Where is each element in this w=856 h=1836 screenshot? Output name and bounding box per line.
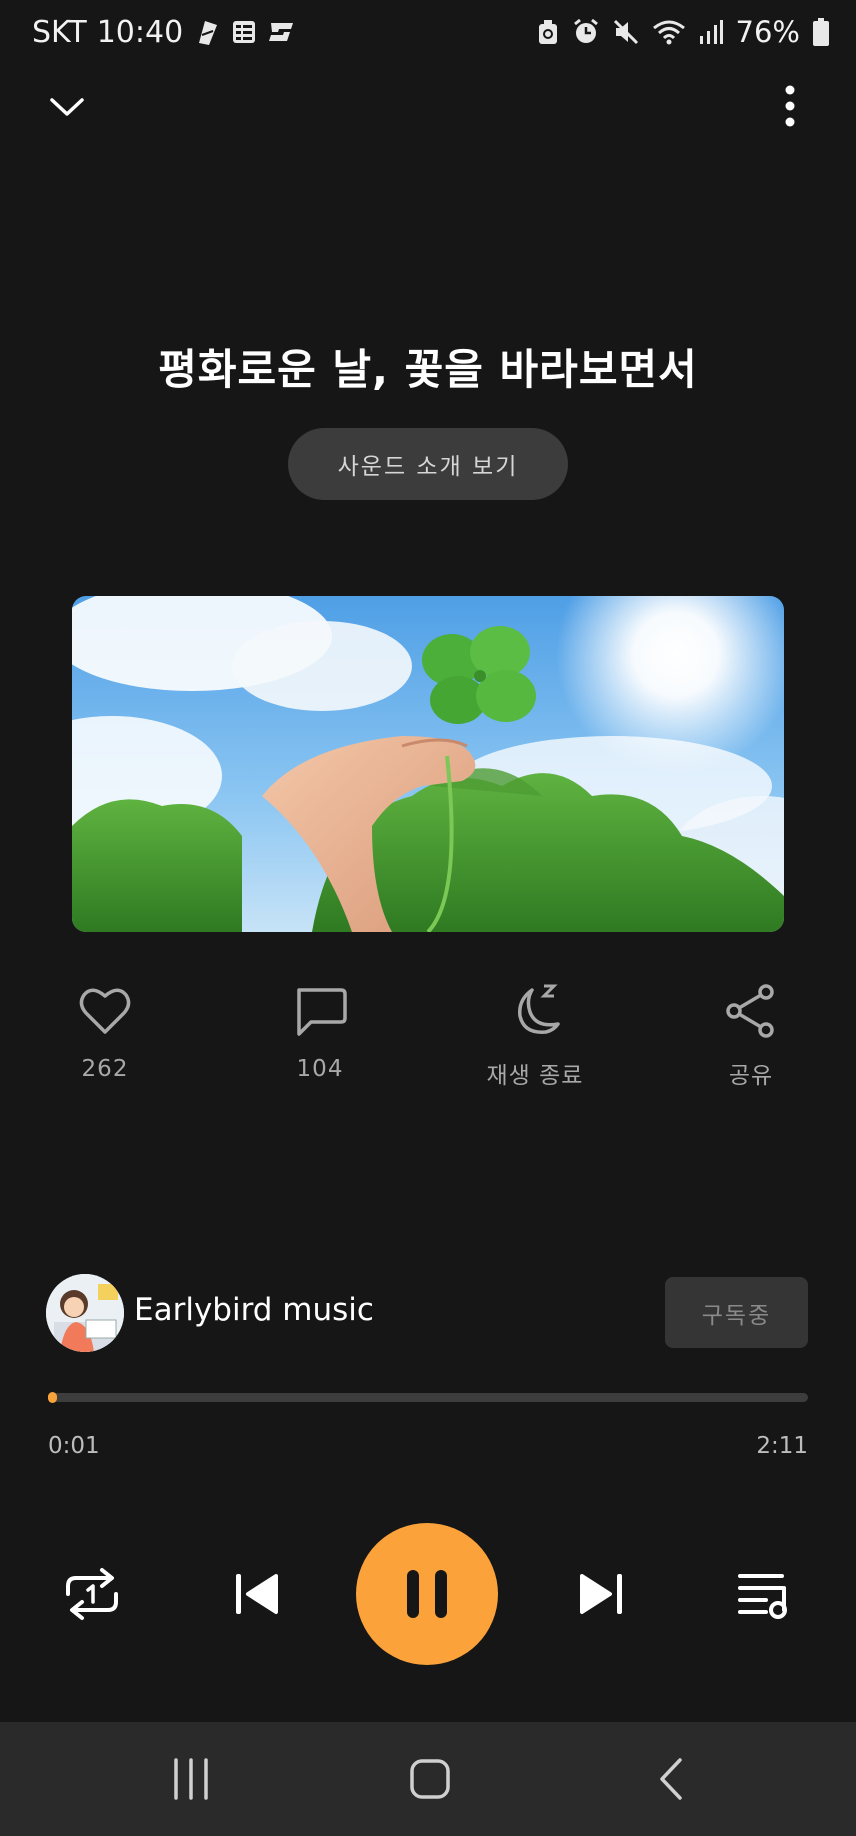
pause-icon	[407, 1570, 447, 1618]
playlist-button[interactable]	[736, 1570, 794, 1620]
notification-s-icon	[267, 19, 297, 45]
more-options-button[interactable]	[770, 82, 810, 132]
queue-music-icon	[738, 1574, 787, 1619]
current-time: 0:01	[48, 1433, 100, 1459]
repeat-one-icon	[66, 1568, 118, 1620]
recent-apps-button[interactable]	[170, 1756, 212, 1802]
status-left: SKT 10:40	[32, 14, 297, 50]
battery-percent: 76%	[735, 15, 800, 49]
status-right: 76%	[536, 14, 830, 50]
notification-list-icon	[231, 19, 257, 45]
moon-sleep-icon	[518, 984, 560, 1034]
channel-name[interactable]: Earlybird music	[134, 1292, 374, 1328]
back-button[interactable]	[654, 1756, 686, 1802]
back-icon	[660, 1758, 682, 1800]
notification-app-icon	[193, 17, 221, 47]
recents-icon	[174, 1758, 208, 1800]
chevron-down-icon	[50, 98, 84, 116]
album-artwork	[72, 596, 784, 932]
channel-avatar[interactable]	[46, 1274, 124, 1352]
repeat-one-button[interactable]	[58, 1564, 126, 1624]
home-button[interactable]	[408, 1754, 452, 1804]
like-count: 262	[81, 1056, 129, 1082]
mute-icon	[612, 18, 640, 46]
more-vert-icon	[785, 85, 795, 127]
comment-icon	[297, 988, 347, 1036]
status-bar: SKT 10:40 76%	[0, 0, 856, 64]
previous-button[interactable]	[232, 1570, 282, 1618]
share-icon	[726, 984, 774, 1038]
avatar-illustration	[46, 1274, 124, 1352]
track-title: 평화로운 날, 꽃을 바라보면서	[158, 345, 698, 394]
clover-hand-image	[72, 596, 784, 932]
like-action[interactable]: 262	[25, 982, 185, 1082]
comment-action[interactable]: 104	[240, 982, 400, 1082]
sleep-timer-action[interactable]: 재생 종료	[455, 982, 615, 1090]
pause-button[interactable]	[356, 1523, 498, 1665]
skip-previous-icon	[236, 1574, 278, 1614]
heart-icon	[79, 988, 131, 1034]
share-action[interactable]: 공유	[671, 982, 831, 1090]
wifi-icon	[652, 18, 686, 46]
progress-knob[interactable]	[48, 1392, 57, 1403]
sleep-timer-label: 재생 종료	[486, 1063, 584, 1089]
battery-icon	[812, 17, 830, 47]
next-button[interactable]	[576, 1570, 626, 1618]
carrier-label: SKT	[32, 14, 87, 50]
recycle-icon	[536, 18, 560, 46]
collapse-button[interactable]	[44, 84, 90, 130]
home-icon	[410, 1759, 450, 1799]
comment-count: 104	[296, 1056, 344, 1082]
skip-next-icon	[580, 1574, 622, 1614]
signal-icon	[698, 18, 724, 46]
total-time: 2:11	[756, 1433, 808, 1459]
clock: 10:40	[96, 14, 184, 50]
alarm-icon	[572, 18, 600, 46]
share-label: 공유	[728, 1063, 774, 1089]
progress-bar[interactable]	[48, 1392, 808, 1403]
sound-intro-button[interactable]: 사운드 소개 보기	[288, 428, 568, 500]
subscribe-button[interactable]: 구독중	[665, 1277, 808, 1348]
